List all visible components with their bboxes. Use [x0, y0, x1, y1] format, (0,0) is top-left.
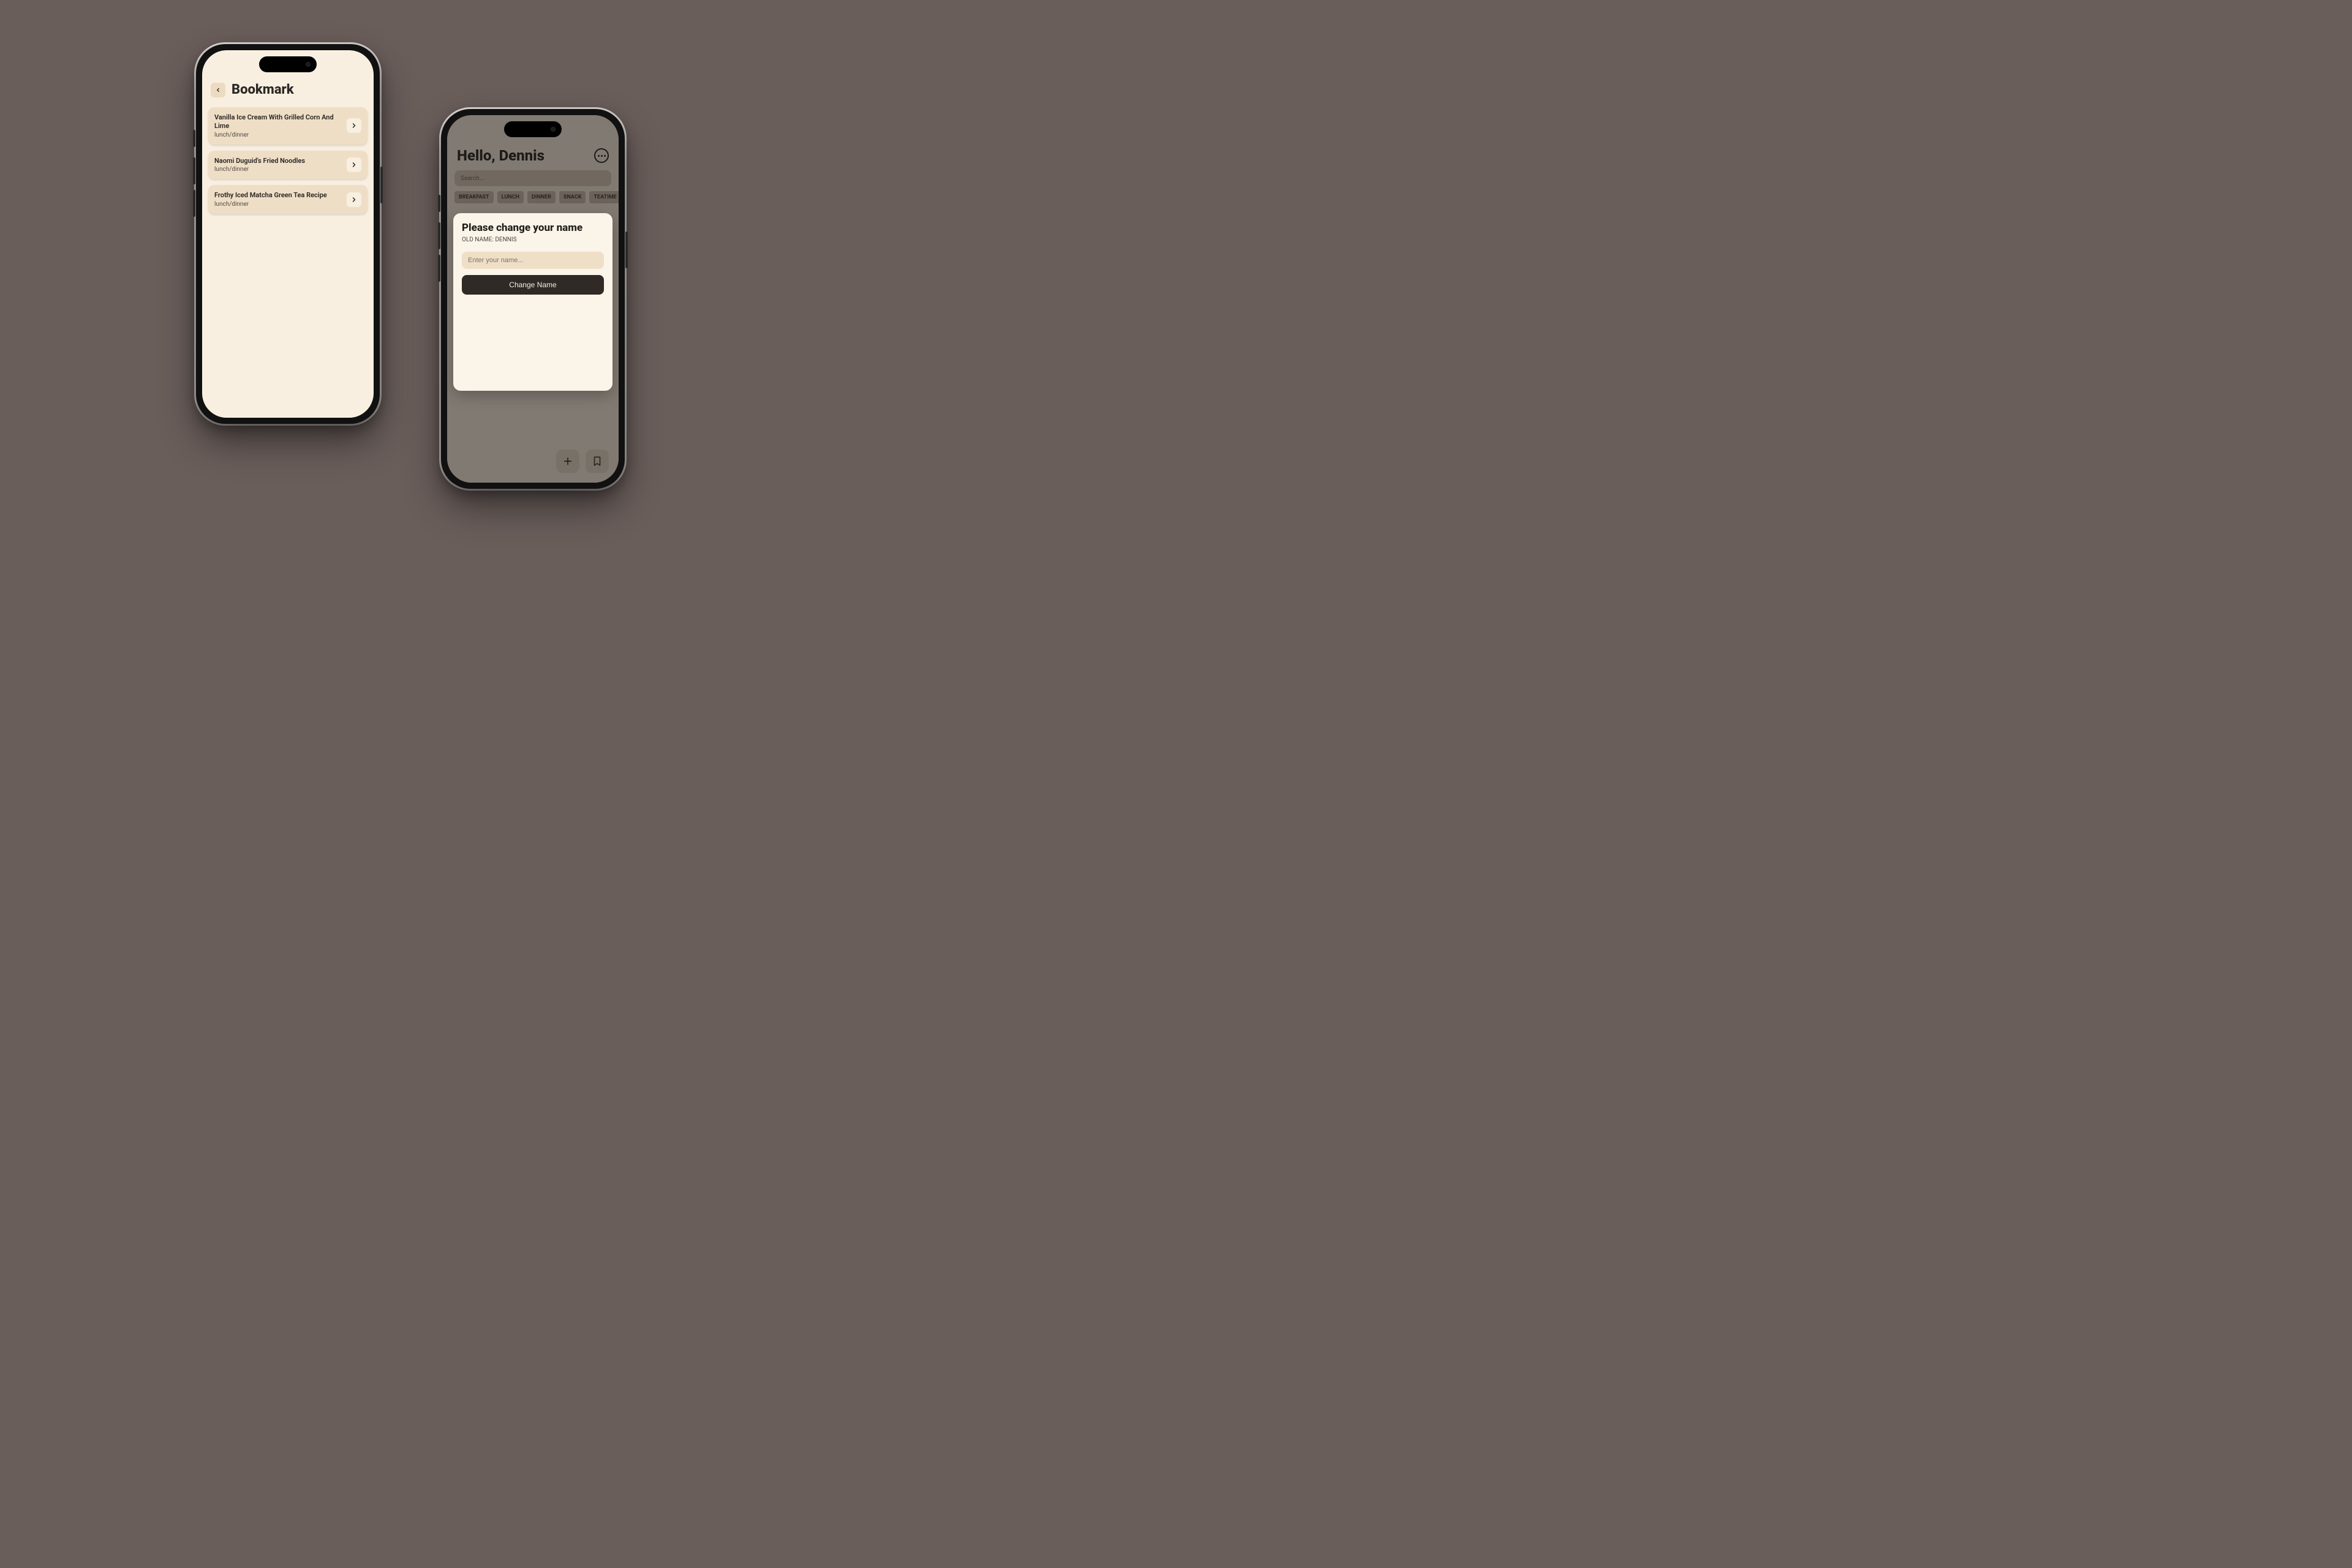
bookmark-item-meal: lunch/dinner [214, 201, 327, 208]
back-button[interactable] [211, 83, 225, 97]
bookmark-item-meal: lunch/dinner [214, 166, 305, 173]
screen-home: Hello, Dennis Search... BREAKFAST LUNCH … [447, 115, 619, 483]
phone-side-button [438, 222, 440, 249]
modal-subtitle: OLD NAME: DENNIS [462, 236, 604, 243]
phone-side-button [438, 195, 440, 212]
name-field[interactable] [462, 252, 604, 269]
bookmark-item-title: Naomi Duguid's Fried Noodles [214, 157, 305, 165]
phone-side-button [380, 167, 383, 203]
screen-bookmark: Bookmark Vanilla Ice Cream With Grilled … [202, 50, 374, 418]
phone-side-button [625, 232, 628, 268]
phone-side-button [438, 255, 440, 282]
dynamic-island [504, 121, 562, 137]
chevron-left-icon [215, 87, 221, 93]
modal-title: Please change your name [462, 222, 604, 234]
bookmark-item-title: Vanilla Ice Cream With Grilled Corn And … [214, 113, 347, 130]
bookmark-item-title: Frothy Iced Matcha Green Tea Recipe [214, 191, 327, 200]
bookmark-item-text: Frothy Iced Matcha Green Tea Recipe lunc… [214, 191, 327, 208]
dynamic-island [259, 56, 317, 72]
bookmark-item-meal: lunch/dinner [214, 132, 347, 138]
change-name-modal: Please change your name OLD NAME: DENNIS… [453, 213, 612, 391]
bookmark-item-arrow[interactable] [347, 157, 361, 172]
chevron-right-icon [350, 196, 358, 203]
change-name-button[interactable]: Change Name [462, 275, 604, 295]
bookmark-item-arrow[interactable] [347, 192, 361, 207]
phone-side-button [193, 190, 195, 217]
phone-bookmark: Bookmark Vanilla Ice Cream With Grilled … [196, 44, 380, 424]
bookmark-item[interactable]: Vanilla Ice Cream With Grilled Corn And … [208, 107, 368, 145]
bookmark-item-text: Vanilla Ice Cream With Grilled Corn And … [214, 113, 347, 138]
bookmark-item-arrow[interactable] [347, 118, 361, 133]
phone-side-button [193, 130, 195, 147]
phone-home: Hello, Dennis Search... BREAKFAST LUNCH … [441, 109, 625, 489]
phone-side-button [193, 157, 195, 184]
bookmark-item-text: Naomi Duguid's Fried Noodles lunch/dinne… [214, 157, 305, 173]
chevron-right-icon [350, 161, 358, 168]
page-title: Bookmark [232, 82, 294, 97]
bookmark-item[interactable]: Frothy Iced Matcha Green Tea Recipe lunc… [208, 185, 368, 214]
bookmark-item[interactable]: Naomi Duguid's Fried Noodles lunch/dinne… [208, 151, 368, 179]
chevron-right-icon [350, 122, 358, 129]
bookmark-list: Vanilla Ice Cream With Grilled Corn And … [202, 104, 374, 217]
